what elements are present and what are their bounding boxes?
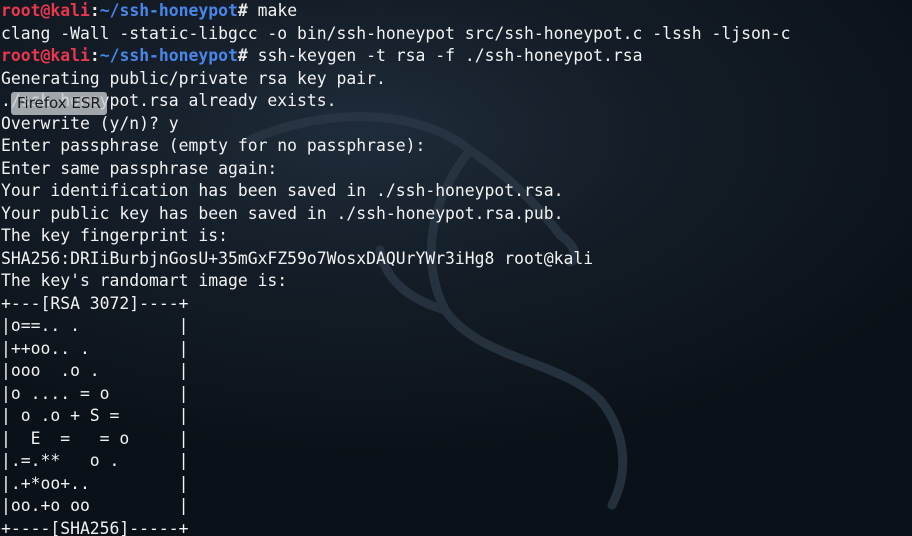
- prompt-colon: :: [89, 1, 100, 20]
- randomart-line: | o .o + S = |: [1, 406, 189, 425]
- randomart-line: |o==.. . |: [1, 316, 189, 335]
- randomart-line: |.+*oo+.. |: [1, 473, 189, 493]
- prompt-line-make: root@kali:~/ssh-honeypot# make: [1, 0, 790, 23]
- prompt-colon: :: [89, 46, 100, 65]
- prompt-at: @: [40, 1, 51, 20]
- randomart-line: +----[SHA256]-----+: [1, 518, 189, 536]
- randomart-line: |++oo.. . |: [1, 338, 189, 358]
- terminal-window[interactable]: root@kali:~/ssh-honeypot# make clang -Wa…: [0, 0, 912, 536]
- output-identification: Your identification has been saved in ./…: [1, 181, 564, 200]
- firefox-esr-tooltip: Firefox ESR: [11, 92, 107, 115]
- prompt-path: ~/ssh-honeypot: [99, 1, 238, 20]
- prompt-user: root: [1, 1, 41, 20]
- randomart-line: +---[RSA 3072]----+: [1, 293, 189, 313]
- prompt-at: @: [40, 46, 51, 65]
- output-exists: ./ssh-honeypot.rsa already exists.: [1, 91, 337, 110]
- randomart-line: | E = = o |: [1, 428, 189, 448]
- output-compile: clang -Wall -static-libgcc -o bin/ssh-ho…: [1, 23, 791, 43]
- command-make: make: [257, 1, 298, 20]
- output-overwrite: Overwrite (y/n)? y: [1, 113, 179, 133]
- terminal-output: root@kali:~/ssh-honeypot# make clang -Wa…: [1, 0, 790, 536]
- randomart-line: |o .... = o |: [1, 383, 189, 403]
- output-public-key: Your public key has been saved in ./ssh-…: [1, 203, 564, 223]
- command-keygen: ssh-keygen -t rsa -f ./ssh-honeypot.rsa: [257, 46, 643, 65]
- prompt-host: kali: [50, 46, 90, 65]
- prompt-symbol: #: [237, 1, 258, 20]
- randomart-line: |oo.+o oo |: [1, 496, 189, 515]
- output-fingerprint-label: The key fingerprint is:: [1, 226, 228, 245]
- output-passphrase-again: Enter same passphrase again:: [1, 158, 278, 178]
- output-generating: Generating public/private rsa key pair.: [1, 68, 386, 88]
- output-fingerprint: SHA256:DRIiBurbjnGosU+35mGxFZ59o7WosxDAQ…: [1, 248, 594, 268]
- prompt-host: kali: [50, 1, 90, 20]
- randomart-line: |ooo .o . |: [1, 361, 189, 380]
- prompt-line-keygen: root@kali:~/ssh-honeypot# ssh-keygen -t …: [1, 45, 790, 68]
- prompt-symbol: #: [237, 46, 258, 65]
- prompt-path: ~/ssh-honeypot: [99, 46, 238, 65]
- output-randomart-label: The key's randomart image is:: [1, 271, 288, 290]
- output-passphrase: Enter passphrase (empty for no passphras…: [1, 136, 426, 155]
- randomart-line: |.=.** o . |: [1, 451, 189, 470]
- prompt-user: root: [1, 46, 41, 65]
